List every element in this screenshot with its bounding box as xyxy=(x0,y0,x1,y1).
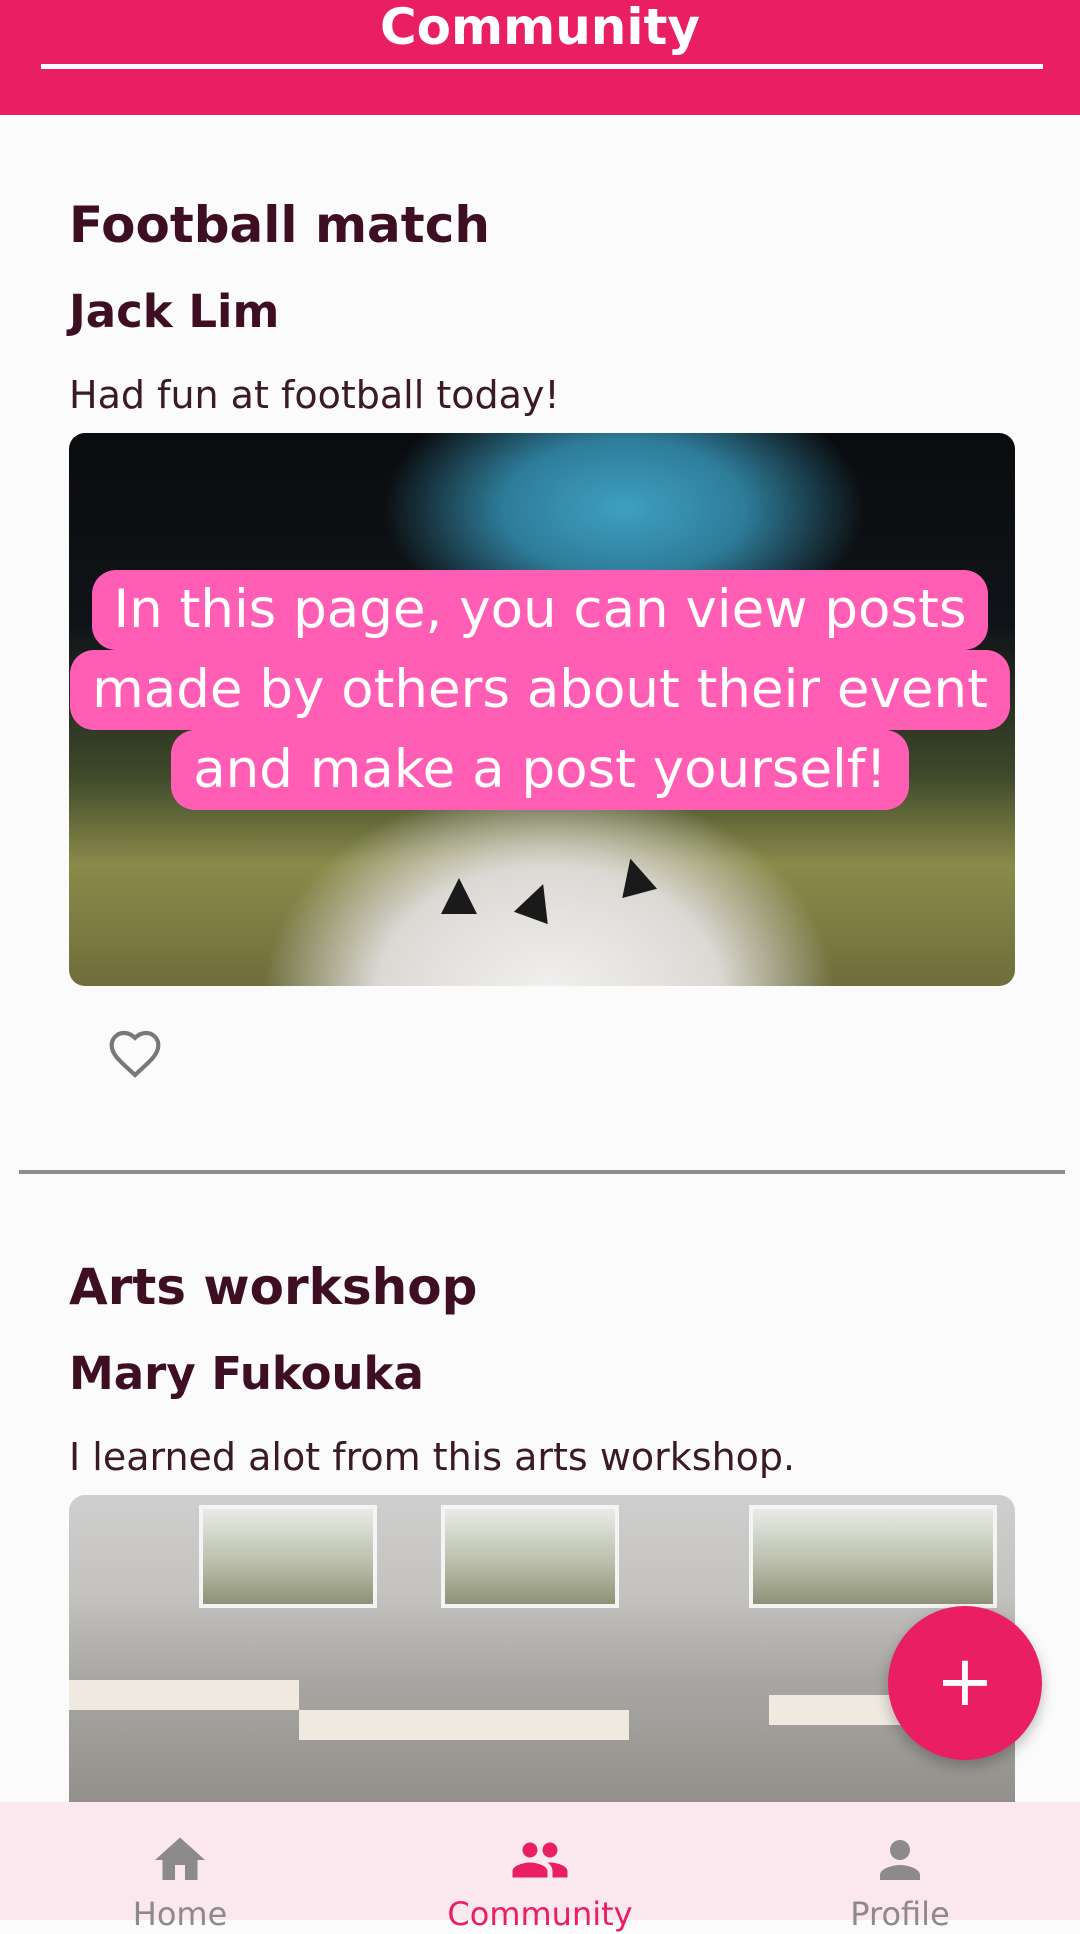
window xyxy=(441,1505,619,1608)
tooltip-line: and make a post yourself! xyxy=(171,730,909,810)
table xyxy=(69,1680,299,1710)
page-title: Community xyxy=(379,0,701,56)
nav-item-profile[interactable]: Profile xyxy=(720,1802,1080,1933)
person-icon xyxy=(880,1840,920,1880)
post-text: Had fun at football today! xyxy=(69,373,560,417)
nav-label-home: Home xyxy=(132,1895,228,1933)
window xyxy=(749,1505,997,1608)
post-author: Jack Lim xyxy=(69,285,280,338)
nav-label-community: Community xyxy=(447,1895,633,1933)
nav-item-home[interactable]: Home xyxy=(0,1802,360,1933)
home-icon xyxy=(155,1837,205,1880)
post-author: Mary Fukouka xyxy=(69,1347,424,1400)
app-header: Community xyxy=(0,0,1080,115)
post-text: I learned alot from this arts workshop. xyxy=(69,1435,796,1479)
post-divider xyxy=(19,1170,1065,1174)
ball-patch xyxy=(441,878,477,914)
nav-label-profile: Profile xyxy=(850,1895,950,1933)
add-post-button[interactable]: + xyxy=(888,1606,1042,1760)
ball-patch xyxy=(513,877,561,925)
post-image-arts xyxy=(69,1495,1015,1825)
bottom-navigation: Home Community Profile xyxy=(0,1802,1080,1933)
window xyxy=(199,1505,377,1608)
table xyxy=(299,1710,629,1740)
add-icon: + xyxy=(935,1640,995,1722)
post-title: Football match xyxy=(69,196,490,254)
tooltip-line: made by others about their event xyxy=(70,650,1010,730)
header-underline xyxy=(41,64,1043,69)
heart-icon[interactable] xyxy=(105,1026,165,1082)
nav-item-community[interactable]: Community xyxy=(360,1802,720,1933)
people-icon xyxy=(512,1842,568,1878)
tooltip-line: In this page, you can view posts xyxy=(91,570,989,650)
onboarding-tooltip: In this page, you can view posts made by… xyxy=(0,570,1080,810)
ball-patch xyxy=(612,853,658,899)
post-title: Arts workshop xyxy=(69,1258,478,1316)
